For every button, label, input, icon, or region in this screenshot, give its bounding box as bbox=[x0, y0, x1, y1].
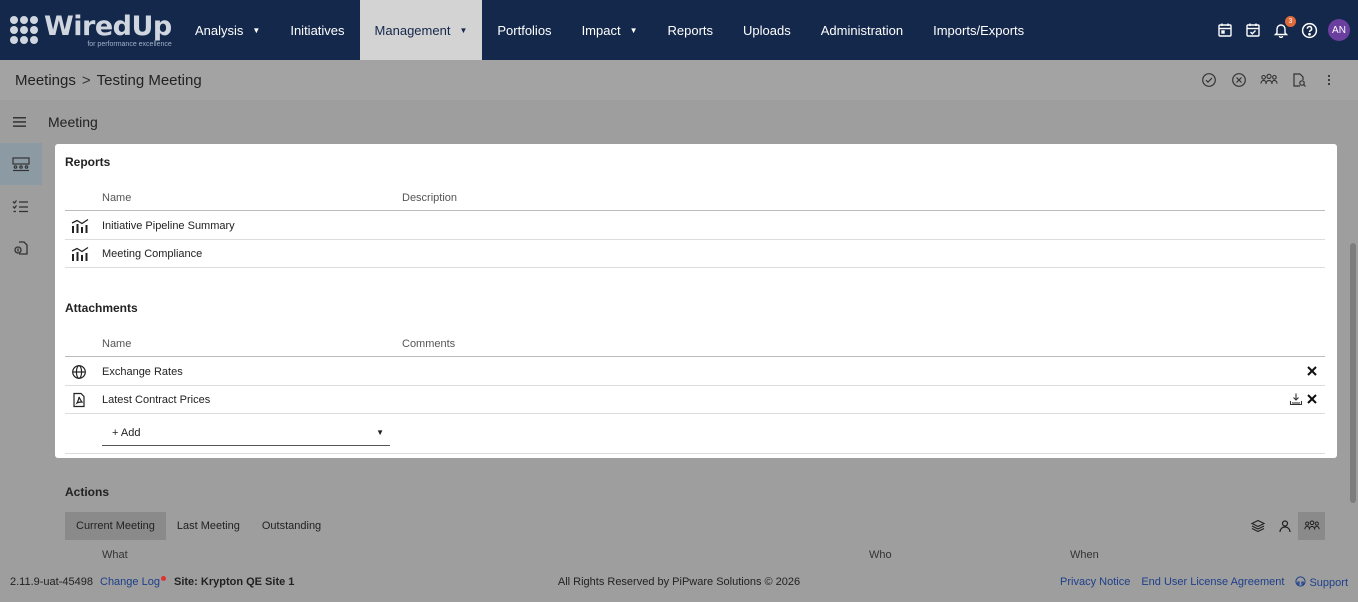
breadcrumb-current: Testing Meeting bbox=[96, 71, 202, 89]
actions-col-who: Who bbox=[869, 549, 892, 561]
calendar-check-icon[interactable] bbox=[1244, 21, 1262, 39]
footer: 2.11.9-uat-45498 Change Log Site: Krypto… bbox=[0, 564, 1358, 602]
checklist-icon[interactable] bbox=[0, 185, 42, 227]
caret-down-icon: ▼ bbox=[376, 428, 384, 437]
nav-item-imports-exports[interactable]: Imports/Exports bbox=[918, 0, 1039, 60]
meeting-header: Meeting bbox=[0, 101, 1358, 143]
report-row[interactable]: Meeting Compliance bbox=[65, 240, 1325, 268]
privacy-notice-link[interactable]: Privacy Notice bbox=[1060, 576, 1130, 589]
report-name[interactable]: Initiative Pipeline Summary bbox=[102, 220, 235, 232]
add-attachment-dropdown[interactable]: + Add ▼ bbox=[102, 420, 390, 446]
actions-col-when: When bbox=[1070, 549, 1099, 561]
reports-col-name: Name bbox=[102, 192, 132, 204]
tab-outstanding[interactable]: Outstanding bbox=[251, 512, 332, 540]
caret-down-icon: ▼ bbox=[629, 25, 638, 35]
meeting-resources-panel: Reports Name Description Initiative Pipe… bbox=[55, 144, 1337, 458]
user-avatar[interactable]: AN bbox=[1328, 19, 1350, 41]
pdf-icon bbox=[71, 392, 87, 408]
attachment-row[interactable]: Latest Contract Prices bbox=[65, 386, 1325, 414]
actions-section-title: Actions bbox=[65, 485, 110, 499]
attachments-col-comments: Comments bbox=[402, 338, 456, 350]
nav-item-management[interactable]: Management ▼ bbox=[359, 0, 483, 60]
hamburger-menu-icon[interactable] bbox=[0, 115, 40, 129]
calendar-icon[interactable] bbox=[1216, 21, 1234, 39]
support-link[interactable]: Support bbox=[1295, 576, 1348, 589]
globe-icon bbox=[71, 364, 87, 380]
chart-icon bbox=[71, 218, 89, 234]
caret-down-icon: ▼ bbox=[459, 25, 468, 35]
tab-last-meeting[interactable]: Last Meeting bbox=[166, 512, 251, 540]
attachment-name[interactable]: Latest Contract Prices bbox=[102, 394, 210, 406]
logo-dots-icon bbox=[10, 16, 38, 44]
nav-item-reports[interactable]: Reports bbox=[653, 0, 729, 60]
chart-icon bbox=[71, 246, 89, 262]
nav-item-analysis[interactable]: Analysis ▼ bbox=[180, 0, 275, 60]
document-link-icon[interactable] bbox=[0, 227, 42, 269]
breadcrumb-meetings-link[interactable]: Meetings bbox=[15, 72, 76, 89]
breadcrumb: Meetings > Testing Meeting bbox=[0, 60, 1358, 100]
meeting-title: Meeting bbox=[48, 114, 98, 130]
reports-col-description: Description bbox=[402, 192, 458, 204]
nav-item-initiatives[interactable]: Initiatives bbox=[275, 0, 359, 60]
help-icon[interactable] bbox=[1300, 21, 1318, 39]
logo-text: WiredUp bbox=[44, 10, 172, 42]
nav-item-administration[interactable]: Administration bbox=[806, 0, 918, 60]
document-search-icon[interactable] bbox=[1290, 71, 1308, 89]
remove-attachment-icon[interactable] bbox=[1305, 392, 1319, 409]
actions-col-what: What bbox=[102, 549, 128, 561]
nav-item-portfolios[interactable]: Portfolios bbox=[482, 0, 566, 60]
attachments-section-title: Attachments bbox=[65, 301, 138, 315]
attachment-row[interactable]: Exchange Rates bbox=[65, 358, 1325, 386]
new-indicator-dot bbox=[160, 576, 166, 581]
layers-icon[interactable] bbox=[1244, 512, 1271, 540]
reports-section-title: Reports bbox=[65, 155, 111, 169]
actions-view-toggles bbox=[1244, 512, 1325, 540]
change-log-link[interactable]: Change Log bbox=[100, 576, 166, 588]
caret-down-icon: ▼ bbox=[252, 25, 261, 35]
meeting-layout-icon[interactable] bbox=[0, 143, 42, 185]
check-circle-icon[interactable] bbox=[1200, 71, 1218, 89]
bell-icon[interactable]: 3 bbox=[1272, 16, 1296, 39]
actions-tabs: Current Meeting Last Meeting Outstanding bbox=[65, 512, 332, 540]
remove-attachment-icon[interactable] bbox=[1305, 364, 1319, 381]
add-attachment-label: + Add bbox=[112, 427, 141, 439]
support-icon bbox=[1295, 576, 1306, 587]
group-icon[interactable] bbox=[1298, 512, 1325, 540]
download-icon[interactable] bbox=[1289, 392, 1303, 409]
nav-item-impact[interactable]: Impact ▼ bbox=[567, 0, 653, 60]
person-icon[interactable] bbox=[1271, 512, 1298, 540]
notification-badge: 3 bbox=[1285, 16, 1296, 27]
wiredup-logo[interactable]: WiredUp for performance excellence bbox=[0, 0, 180, 60]
version-label: 2.11.9-uat-45498 bbox=[10, 576, 93, 588]
report-row[interactable]: Initiative Pipeline Summary bbox=[65, 212, 1325, 240]
left-rail bbox=[0, 143, 42, 564]
logo-tagline: for performance excellence bbox=[87, 40, 172, 48]
report-name[interactable]: Meeting Compliance bbox=[102, 248, 202, 260]
scrollbar[interactable] bbox=[1347, 143, 1358, 564]
more-vertical-icon[interactable] bbox=[1320, 71, 1338, 89]
tab-current-meeting[interactable]: Current Meeting bbox=[65, 512, 166, 540]
divider bbox=[65, 453, 1325, 454]
eula-link[interactable]: End User License Agreement bbox=[1141, 576, 1284, 589]
attachments-table-header: Name Comments bbox=[65, 335, 1325, 357]
attendees-icon[interactable] bbox=[1260, 71, 1278, 89]
scrollbar-thumb[interactable] bbox=[1350, 243, 1356, 503]
cancel-circle-icon[interactable] bbox=[1230, 71, 1248, 89]
site-label: Site: Krypton QE Site 1 bbox=[174, 576, 295, 588]
reports-table-header: Name Description bbox=[65, 189, 1325, 211]
attachment-name[interactable]: Exchange Rates bbox=[102, 366, 183, 378]
breadcrumb-separator: > bbox=[81, 71, 91, 89]
attachments-col-name: Name bbox=[102, 338, 132, 350]
nav-item-uploads[interactable]: Uploads bbox=[728, 0, 806, 60]
top-navigation-bar: WiredUp for performance excellence Analy… bbox=[0, 0, 1358, 60]
